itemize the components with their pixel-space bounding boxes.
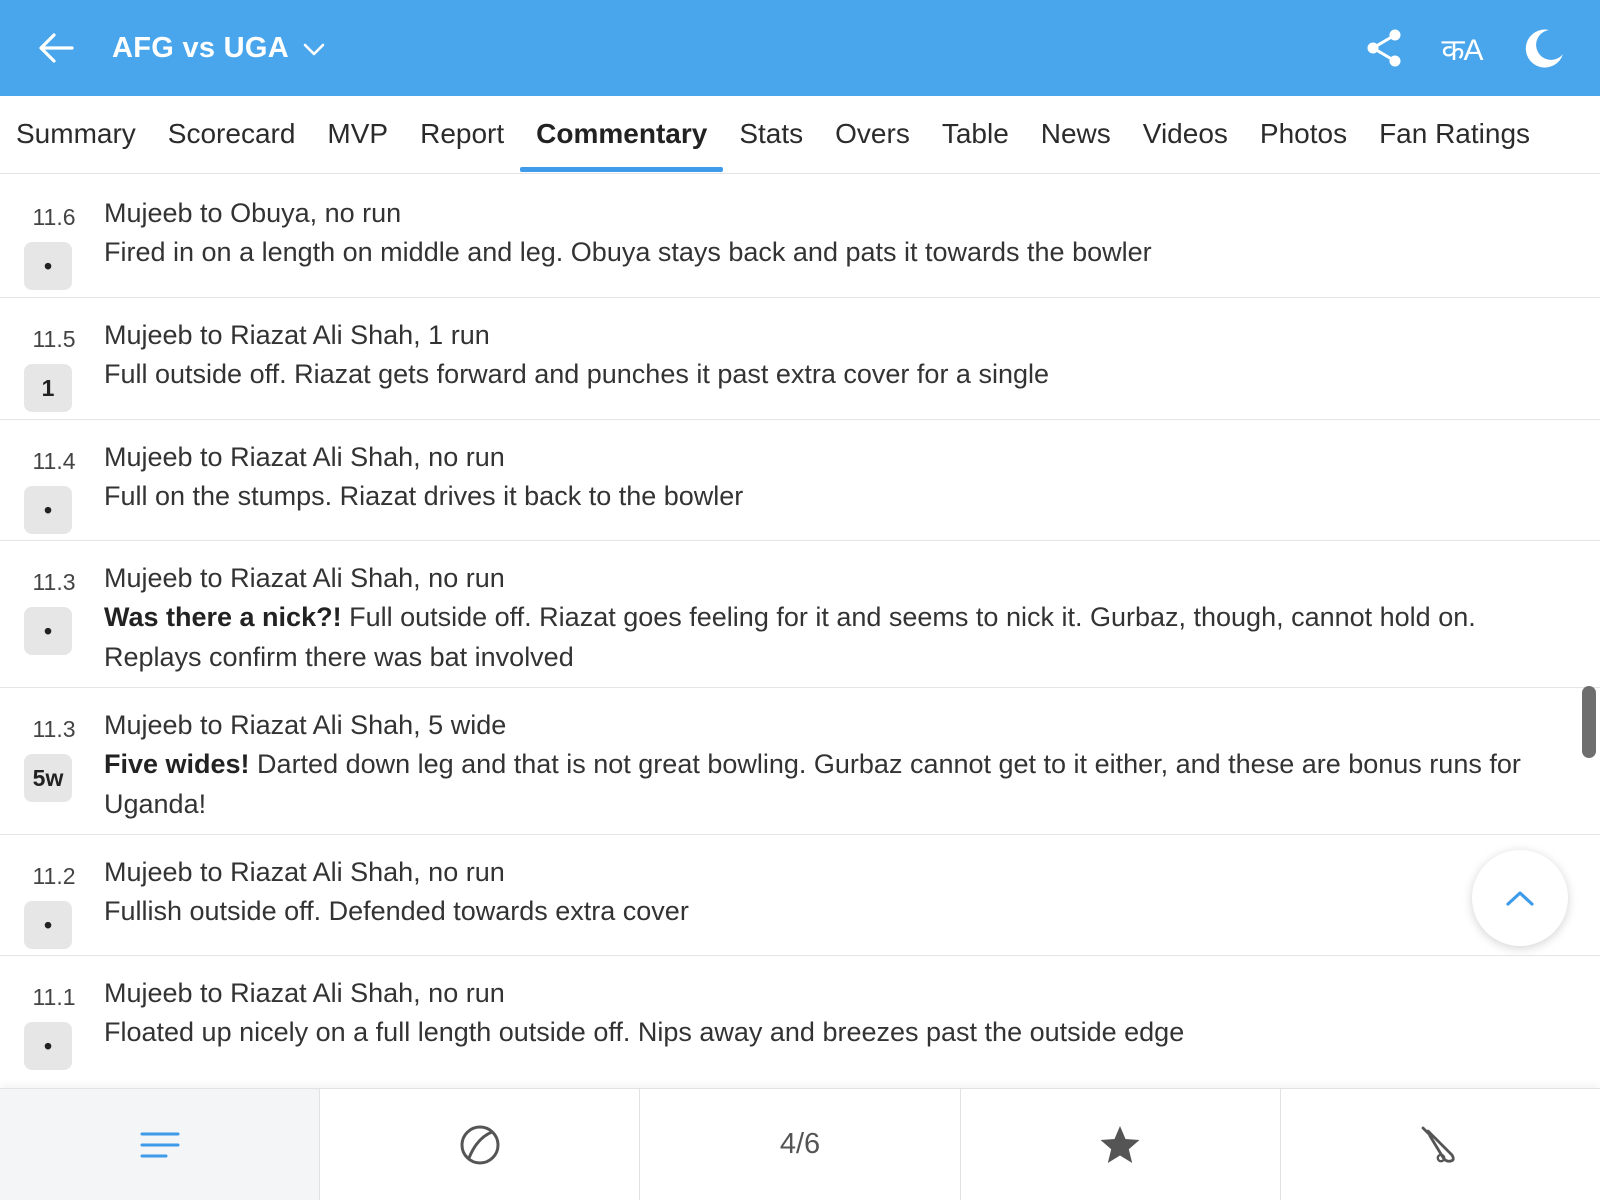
tab-fan-ratings[interactable]: Fan Ratings — [1363, 96, 1546, 174]
ball-title: Mujeeb to Riazat Ali Shah, no run — [104, 978, 505, 1008]
bottom-nav-batting[interactable] — [1281, 1089, 1600, 1200]
ball-description: Five wides! Darted down leg and that is … — [104, 749, 1521, 819]
commentary-item: 11.6 • Mujeeb to Obuya, no run Fired in … — [0, 174, 1600, 298]
ball-result-badge: • — [24, 1022, 72, 1070]
commentary-item: 11.2 • Mujeeb to Riazat Ali Shah, no run… — [0, 835, 1600, 956]
bat-icon — [1422, 1126, 1456, 1163]
ball-icon — [460, 1125, 500, 1164]
ball-title: Mujeeb to Riazat Ali Shah, 1 run — [104, 320, 490, 350]
back-arrow-icon — [39, 33, 74, 63]
ball-description: Full on the stumps. Riazat drives it bac… — [104, 481, 744, 511]
commentary-list[interactable]: 11.6 • Mujeeb to Obuya, no run Fired in … — [0, 174, 1600, 1088]
commentary-item: 11.3 5w Mujeeb to Riazat Ali Shah, 5 wid… — [0, 688, 1600, 835]
ball-result-badge: • — [24, 486, 72, 534]
innings-counter: 4/6 — [779, 1128, 821, 1160]
commentary-item: 11.4 • Mujeeb to Riazat Ali Shah, no run… — [0, 420, 1600, 541]
bottom-nav-favourites[interactable] — [961, 1089, 1281, 1200]
tab-mvp[interactable]: MVP — [311, 96, 404, 174]
ball-result-badge: 1 — [24, 364, 72, 412]
chevron-up-icon — [1506, 891, 1534, 906]
commentary-item: 11.1 • Mujeeb to Riazat Ali Shah, no run… — [0, 956, 1600, 1088]
bottom-nav-commentary[interactable] — [0, 1089, 321, 1200]
language-button[interactable]: कA — [1440, 26, 1484, 70]
match-tabs: Summary Scorecard MVP Report Commentary … — [0, 96, 1600, 174]
ball-title: Mujeeb to Riazat Ali Shah, no run — [104, 442, 505, 472]
over-number: 11.2 — [32, 863, 76, 889]
ball-title: Mujeeb to Riazat Ali Shah, no run — [104, 563, 505, 593]
over-number: 11.4 — [32, 448, 76, 474]
tab-report[interactable]: Report — [404, 96, 520, 174]
tab-overs[interactable]: Overs — [819, 96, 926, 174]
over-number: 11.3 — [32, 569, 76, 595]
ball-title: Mujeeb to Riazat Ali Shah, no run — [104, 857, 505, 887]
tab-stats[interactable]: Stats — [723, 96, 819, 174]
match-title: AFG vs UGA — [112, 31, 290, 64]
share-icon — [1367, 29, 1401, 67]
app-header: AFG vs UGA कA — [0, 0, 1600, 96]
tab-commentary[interactable]: Commentary — [520, 96, 724, 174]
ball-description: Floated up nicely on a full length outsi… — [104, 1017, 1185, 1047]
commentary-item: 11.3 • Mujeeb to Riazat Ali Shah, no run… — [0, 541, 1600, 688]
ball-description: Full outside off. Riazat gets forward an… — [104, 359, 1049, 389]
moon-icon — [1525, 29, 1563, 68]
commentary-item: 11.5 1 Mujeeb to Riazat Ali Shah, 1 run … — [0, 298, 1600, 420]
match-selector[interactable]: AFG vs UGA — [112, 28, 325, 68]
tab-photos[interactable]: Photos — [1244, 96, 1363, 174]
over-number: 11.5 — [32, 326, 76, 352]
over-number: 11.1 — [32, 984, 76, 1010]
dark-mode-toggle[interactable] — [1522, 26, 1566, 70]
bottom-nav-ball[interactable] — [320, 1089, 641, 1200]
ball-highlight: Was there a nick?! — [104, 602, 342, 632]
ball-description: Fullish outside off. Defended towards ex… — [104, 896, 689, 926]
star-icon — [1100, 1125, 1140, 1163]
ball-result-badge: • — [24, 901, 72, 949]
menu-lines-icon — [140, 1132, 180, 1157]
chevron-down-icon — [303, 43, 325, 56]
scroll-to-top-button[interactable] — [1472, 850, 1568, 946]
share-button[interactable] — [1362, 26, 1406, 70]
ball-result-badge: • — [24, 242, 72, 290]
ball-result-badge: • — [24, 607, 72, 655]
tab-scorecard[interactable]: Scorecard — [152, 96, 312, 174]
language-icon: कA — [1441, 33, 1483, 67]
ball-description: Was there a nick?! Full outside off. Ria… — [104, 602, 1476, 672]
over-number: 11.6 — [32, 204, 76, 230]
tab-summary[interactable]: Summary — [16, 96, 152, 174]
ball-result-badge: 5w — [24, 754, 72, 802]
scrollbar-thumb[interactable] — [1582, 686, 1596, 758]
bottom-nav: 4/6 — [0, 1088, 1600, 1200]
ball-description: Fired in on a length on middle and leg. … — [104, 237, 1152, 267]
bottom-nav-innings[interactable]: 4/6 — [640, 1089, 961, 1200]
back-button[interactable] — [36, 28, 76, 68]
ball-title: Mujeeb to Obuya, no run — [104, 198, 402, 228]
ball-highlight: Five wides! — [104, 749, 250, 779]
tab-videos[interactable]: Videos — [1127, 96, 1244, 174]
tab-table[interactable]: Table — [926, 96, 1025, 174]
over-number: 11.3 — [32, 716, 76, 742]
ball-title: Mujeeb to Riazat Ali Shah, 5 wide — [104, 710, 507, 740]
tab-news[interactable]: News — [1025, 96, 1127, 174]
